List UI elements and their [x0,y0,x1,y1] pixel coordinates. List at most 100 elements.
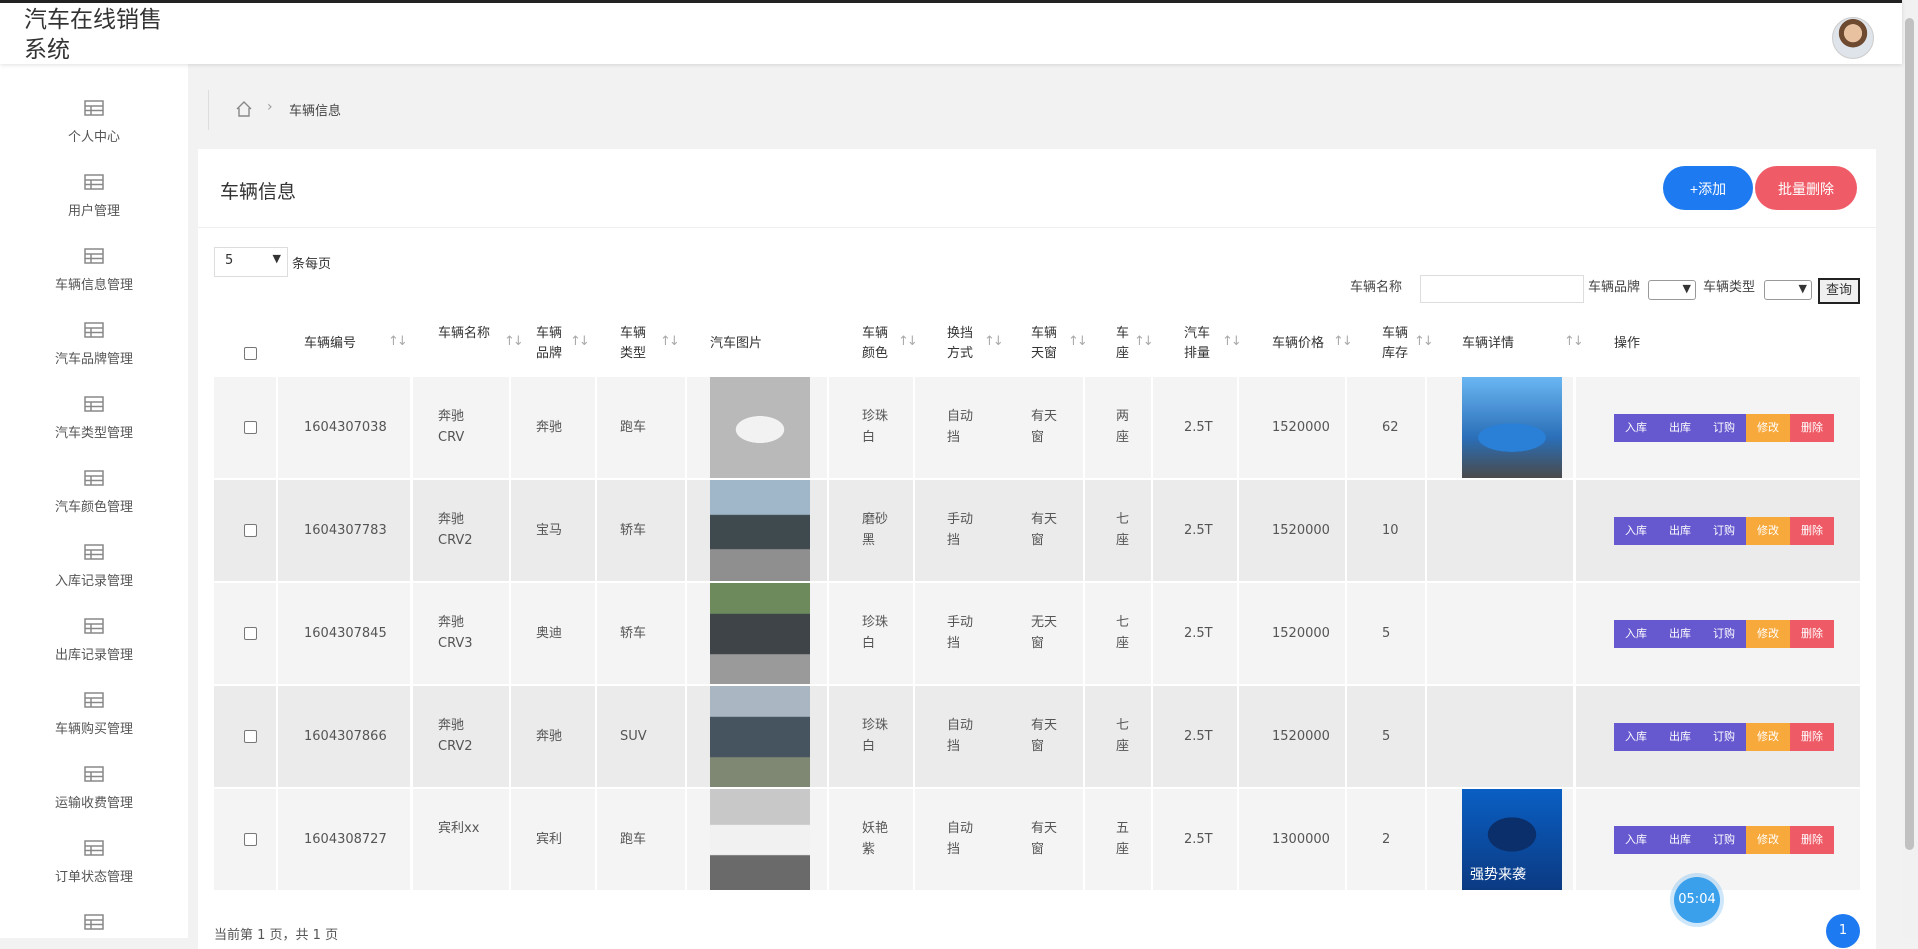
op-in-button[interactable]: 入库 [1614,517,1658,545]
op-edit-button[interactable]: 修改 [1746,723,1790,751]
table-icon [84,322,104,342]
col-header-seat[interactable]: 车座 [1116,324,1132,364]
op-edit-button[interactable]: 修改 [1746,620,1790,648]
col-header-type[interactable]: 车辆类型 [620,324,648,364]
col-header-stock[interactable]: 车辆库存 [1382,324,1410,364]
row-checkbox[interactable] [244,524,257,537]
op-edit-button[interactable]: 修改 [1746,826,1790,854]
col-header-id[interactable]: 车辆编号 [304,334,364,354]
op-out-button[interactable]: 出库 [1658,517,1702,545]
sort-icon[interactable]: ↑↓ [504,334,524,349]
sort-icon[interactable]: ↑↓ [570,334,590,349]
op-out-button[interactable]: 出库 [1658,620,1702,648]
col-header-color[interactable]: 车辆颜色 [862,324,890,364]
op-in-button[interactable]: 入库 [1614,723,1658,751]
app-title: 汽车在线销售系统 [24,7,162,63]
cell-gear: 自动挡 [947,821,974,857]
sidebar-item-0[interactable]: 个人中心 [0,64,188,145]
row-checkbox[interactable] [244,833,257,846]
car-image [710,686,810,787]
query-button[interactable]: 查询 [1818,278,1860,304]
col-header-detail[interactable]: 车辆详情 [1462,334,1532,354]
sort-icon[interactable]: ↑↓ [1068,334,1088,349]
table-icon [84,396,104,416]
op-order-button[interactable]: 订购 [1702,414,1746,442]
sidebar-item-4[interactable]: 汽车类型管理 [0,360,188,441]
scrollbar-thumb[interactable] [1905,18,1914,850]
col-header-name[interactable]: 车辆名称 [438,324,490,344]
sidebar-item-6[interactable]: 入库记录管理 [0,508,188,589]
page-info: 当前第 1 页，共 1 页 [214,928,339,943]
op-out-button[interactable]: 出库 [1658,414,1702,442]
table-row: 1604307866 奔驰CRV2 奔驰 SUV 珍珠白 自动挡 有天窗 七座 2.5T 1520… [214,686,1860,787]
op-order-button[interactable]: 订购 [1702,620,1746,648]
sort-icon[interactable]: ↑↓ [660,334,680,349]
op-edit-button[interactable]: 修改 [1746,414,1790,442]
op-delete-button[interactable]: 删除 [1790,414,1834,442]
sidebar-item-7[interactable]: 出库记录管理 [0,582,188,663]
page-1-button[interactable]: 1 [1826,914,1860,948]
sort-icon[interactable]: ↑↓ [898,334,918,349]
table-row: 1604308727 宾利xx 宾利 跑车 妖艳紫 自动挡 有天窗 五座 2.5T 1300000… [214,789,1860,890]
op-delete-button[interactable]: 删除 [1790,517,1834,545]
row-checkbox[interactable] [244,627,257,640]
row-checkbox[interactable] [244,730,257,743]
sidebar-item-2[interactable]: 车辆信息管理 [0,212,188,293]
op-delete-button[interactable]: 删除 [1790,826,1834,854]
sidebar-item-3[interactable]: 汽车品牌管理 [0,286,188,367]
cell-type: 轿车 [620,523,647,538]
sort-icon[interactable]: ↑↓ [1414,334,1434,349]
col-header-brand[interactable]: 车辆品牌 [536,324,564,364]
cell-gear: 自动挡 [947,409,974,445]
sort-icon[interactable]: ↑↓ [1222,334,1242,349]
cell-type: 轿车 [620,626,647,641]
sidebar: 个人中心 用户管理 车辆信息管理 汽车品牌管理 汽车类型管理 汽车颜色管理 入库记录管理 出库… [0,64,188,938]
sort-icon[interactable]: ↑↓ [1564,334,1584,349]
col-header-gear[interactable]: 换挡方式 [947,324,975,364]
sort-icon[interactable]: ↑↓ [1134,334,1154,349]
brand-select[interactable]: ▼ [1648,280,1696,300]
table-row: 1604307038 奔驰CRV 奔驰 跑车 珍珠白 自动挡 有天窗 两座 2.5T 152000… [214,377,1860,478]
avatar[interactable] [1832,17,1874,59]
op-delete-button[interactable]: 删除 [1790,620,1834,648]
page-size-select[interactable]: 5 ▼ [214,247,288,277]
sidebar-item-10[interactable]: 订单状态管理 [0,804,188,885]
search-name-input[interactable] [1420,275,1584,303]
select-all-checkbox[interactable] [244,347,257,360]
op-in-button[interactable]: 入库 [1614,414,1658,442]
sidebar-item-5[interactable]: 汽车颜色管理 [0,434,188,515]
sort-icon[interactable]: ↑↓ [1333,334,1353,349]
op-delete-button[interactable]: 删除 [1790,723,1834,751]
search-name-label: 车辆名称 [1350,280,1403,295]
col-header-price[interactable]: 车辆价格 [1272,334,1332,354]
row-checkbox[interactable] [244,421,257,434]
home-icon[interactable] [235,100,253,122]
op-out-button[interactable]: 出库 [1658,826,1702,854]
type-select[interactable]: ▼ [1764,280,1812,300]
sort-icon[interactable]: ↑↓ [388,334,408,349]
sidebar-item-8[interactable]: 车辆购买管理 [0,656,188,737]
vehicle-card: 车辆信息 +添加 批量删除 5 ▼ 条每页 车辆名称 车辆品牌 ▼ 车辆类型 ▼… [198,149,1876,949]
sidebar-item-1[interactable]: 用户管理 [0,138,188,219]
sort-icon[interactable]: ↑↓ [984,334,1004,349]
cell-gear: 手动挡 [947,512,974,548]
table-icon [84,544,104,564]
cell-brand: 奔驰 [536,729,563,744]
car-image [710,480,810,581]
op-in-button[interactable]: 入库 [1614,620,1658,648]
op-edit-button[interactable]: 修改 [1746,517,1790,545]
sidebar-item-9[interactable]: 运输收费管理 [0,730,188,811]
op-order-button[interactable]: 订购 [1702,723,1746,751]
timer-badge[interactable]: 05:04 [1674,877,1720,923]
cell-roof: 无天窗 [1031,615,1058,651]
col-header-roof[interactable]: 车辆天窗 [1031,324,1059,364]
cell-color: 珍珠白 [862,718,889,754]
op-order-button[interactable]: 订购 [1702,517,1746,545]
batch-delete-button[interactable]: 批量删除 [1755,166,1857,210]
op-in-button[interactable]: 入库 [1614,826,1658,854]
op-order-button[interactable]: 订购 [1702,826,1746,854]
cell-stock: 2 [1382,832,1391,847]
add-button[interactable]: +添加 [1663,166,1753,210]
col-header-disp[interactable]: 汽车排量 [1184,324,1212,364]
op-out-button[interactable]: 出库 [1658,723,1702,751]
